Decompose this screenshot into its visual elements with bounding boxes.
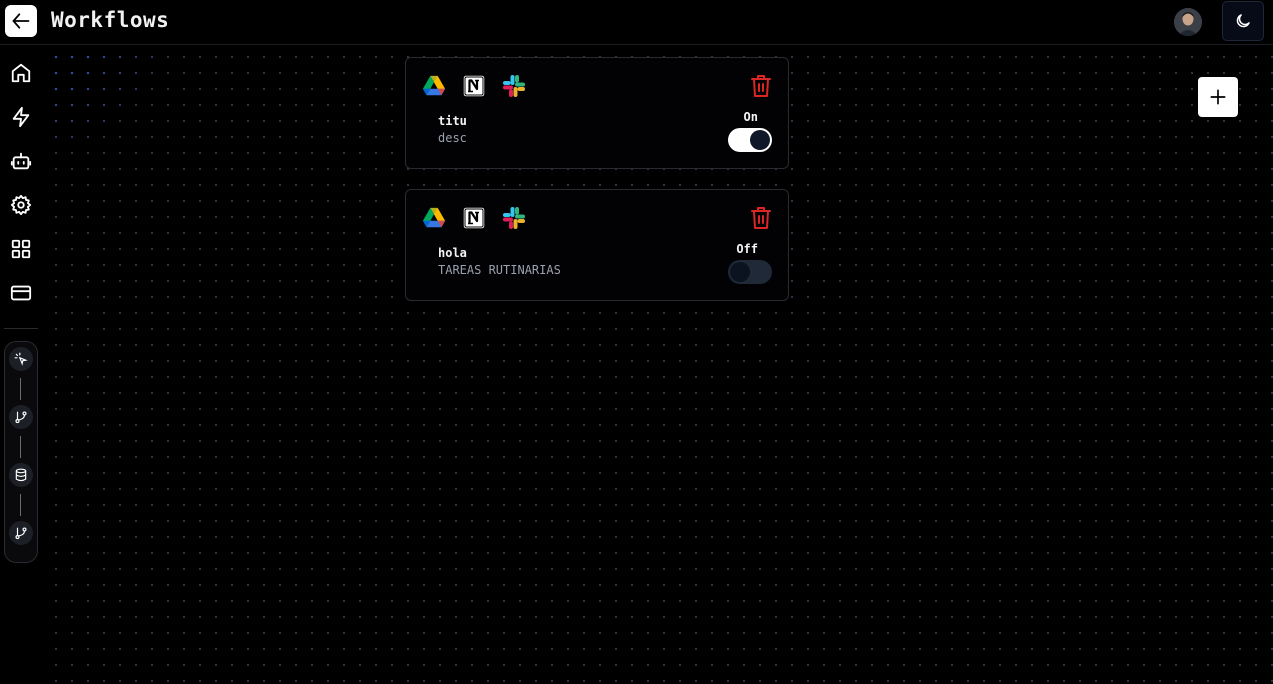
git-branch-icon (15, 411, 27, 424)
step-trigger[interactable] (9, 347, 33, 371)
database-icon (15, 468, 27, 482)
step-connector (20, 494, 21, 516)
notion-icon (462, 74, 486, 98)
moon-icon (1236, 14, 1250, 28)
toggle-status-label: Off (736, 242, 758, 256)
sidebar-item-connections[interactable] (8, 236, 34, 262)
workflow-toggle[interactable] (728, 128, 772, 152)
app-icons (422, 74, 526, 98)
theme-toggle-button[interactable] (1222, 1, 1264, 41)
sidebar-item-workflows[interactable] (8, 104, 34, 130)
slack-icon (502, 206, 526, 230)
notion-icon (462, 206, 486, 230)
step-connector (20, 378, 21, 400)
google-drive-icon (422, 74, 446, 98)
home-icon (11, 63, 31, 83)
toggle-knob (750, 130, 770, 150)
workflow-description: TAREAS RUTINARIAS (438, 263, 561, 277)
sidebar-item-billing[interactable] (8, 280, 34, 306)
workflow-steps (4, 341, 38, 563)
page-title: Workflows (51, 8, 170, 32)
trash-icon (751, 75, 771, 97)
slack-icon (502, 74, 526, 98)
user-avatar[interactable] (1174, 8, 1202, 36)
sparkle-click-icon (14, 352, 28, 366)
toggle-knob (730, 262, 750, 282)
top-bar: Workflows (0, 0, 1273, 45)
robot-icon (10, 152, 32, 170)
app-icons (422, 206, 526, 230)
google-drive-icon (422, 206, 446, 230)
lightning-icon (12, 106, 30, 128)
workflow-card[interactable]: hola TAREAS RUTINARIAS Off (405, 189, 789, 301)
credit-card-icon (10, 285, 32, 301)
add-workflow-button[interactable] (1198, 77, 1238, 117)
sidebar-item-automations[interactable] (8, 148, 34, 174)
canvas-glow (44, 45, 154, 145)
workflow-name: hola (438, 246, 467, 260)
trash-icon (751, 207, 771, 229)
step-database[interactable] (9, 463, 33, 487)
toggle-status-label: On (743, 110, 758, 124)
grid-icon (11, 239, 31, 259)
delete-workflow-button[interactable] (750, 206, 772, 230)
sidebar-item-settings[interactable] (8, 192, 34, 218)
step-connector (20, 436, 21, 458)
plus-icon (1210, 89, 1226, 105)
arrow-left-icon (12, 13, 30, 29)
sidebar-divider (4, 328, 38, 329)
step-branch[interactable] (9, 521, 33, 545)
workflow-card[interactable]: titu desc On (405, 57, 789, 169)
delete-workflow-button[interactable] (750, 74, 772, 98)
back-button[interactable] (5, 5, 37, 37)
git-branch-icon (15, 527, 27, 540)
workflow-name: titu (438, 114, 467, 128)
workflow-toggle[interactable] (728, 260, 772, 284)
sidebar (0, 45, 40, 684)
step-branch[interactable] (9, 405, 33, 429)
sidebar-item-home[interactable] (8, 60, 34, 86)
gear-icon (10, 194, 32, 216)
workflow-description: desc (438, 131, 467, 145)
